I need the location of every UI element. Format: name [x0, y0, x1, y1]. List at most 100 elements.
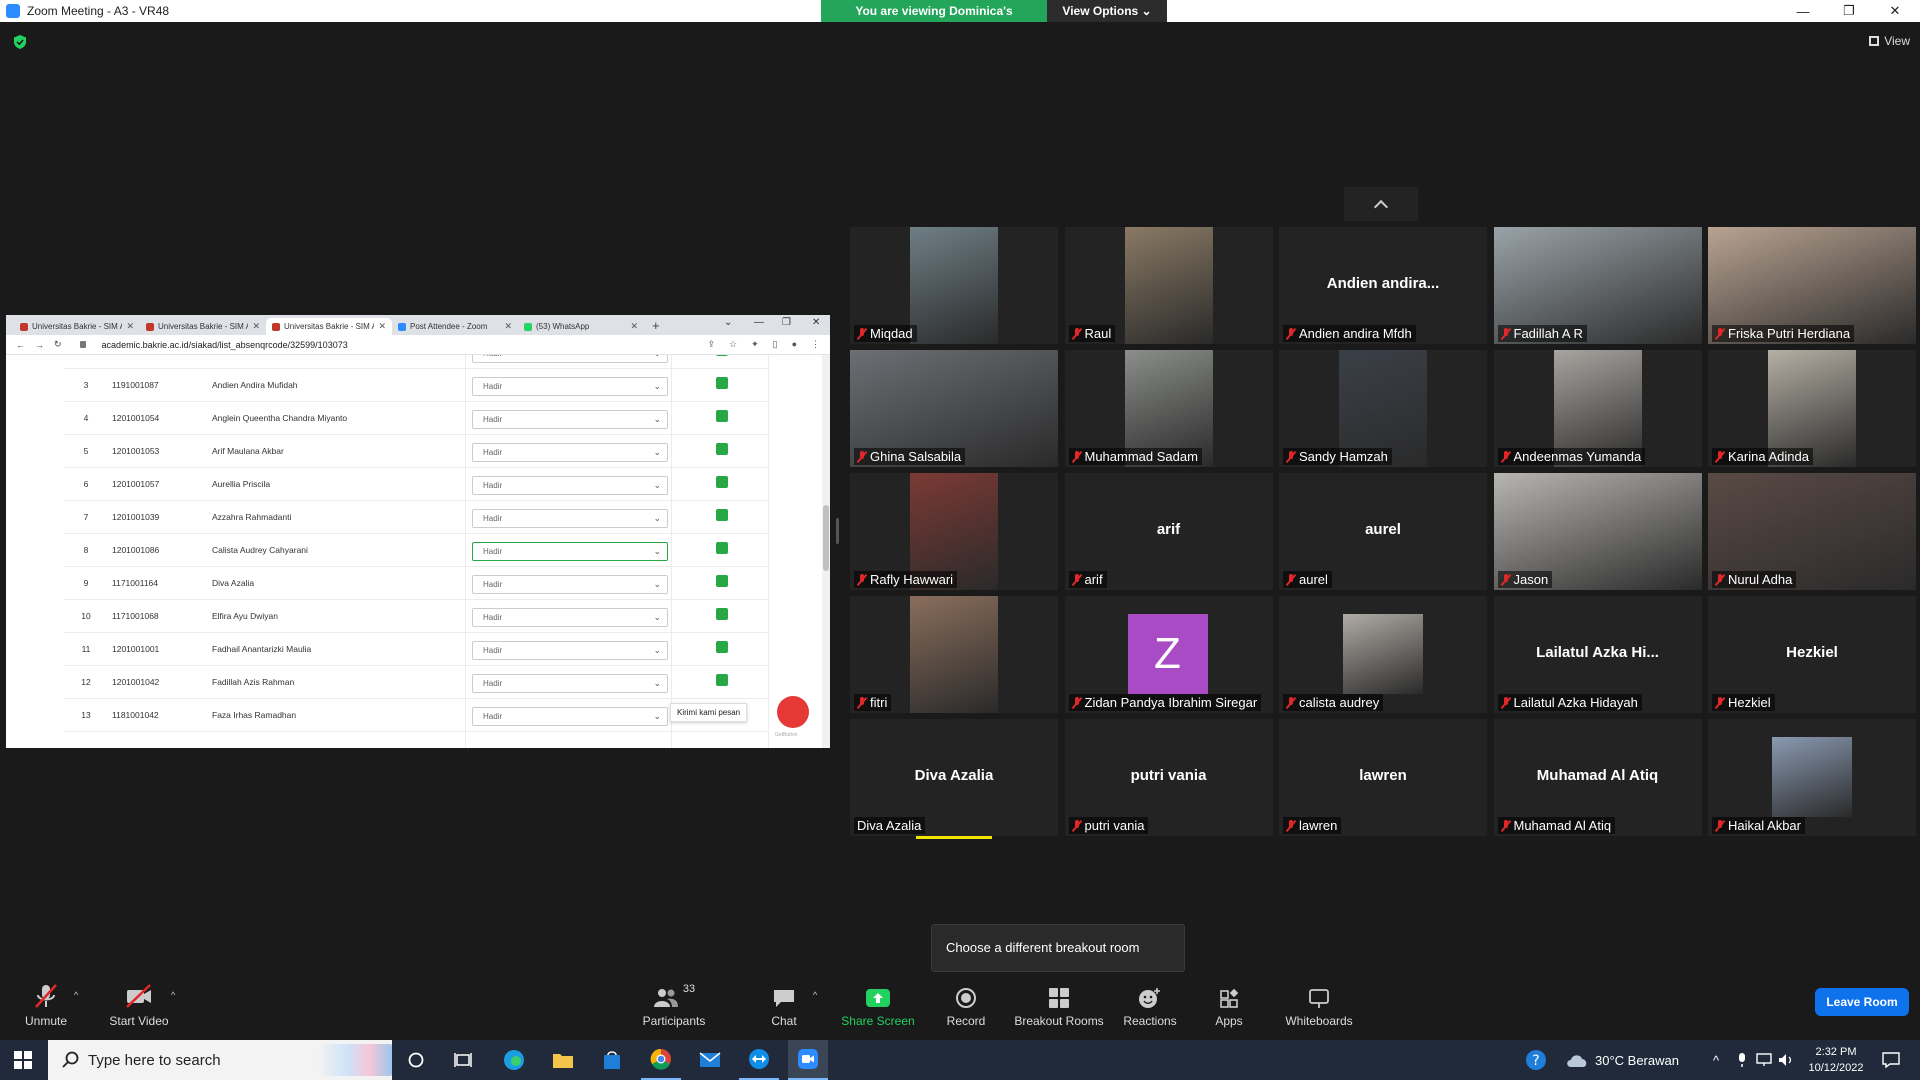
taskbar-search-box[interactable]: Type here to search — [48, 1040, 392, 1080]
reactions-button[interactable]: Reactions — [1122, 977, 1178, 1039]
participant-nameplate: aurel — [1283, 571, 1332, 588]
tray-overflow-icon[interactable]: ^ — [1713, 1040, 1719, 1080]
microphone-muted-icon — [35, 984, 57, 1008]
participant-tile[interactable]: Lailatul Azka Hi... Lailatul Azka Hidayah — [1493, 596, 1702, 713]
close-window-button[interactable]: ✕ — [1872, 0, 1918, 22]
attendance-status-select: Hadir ⌄ — [472, 355, 668, 363]
microphone-muted-icon — [1715, 450, 1725, 463]
start-video-label: Start Video — [109, 1014, 169, 1028]
bookmark-star-icon: ☆ — [728, 339, 738, 349]
chrome-icon[interactable] — [641, 1040, 681, 1080]
zoom-taskbar-icon[interactable] — [788, 1040, 828, 1080]
participant-name: Karina Adinda — [1728, 449, 1809, 464]
microsoft-store-icon[interactable] — [592, 1040, 632, 1080]
participant-tile[interactable]: fitri — [850, 596, 1058, 713]
participant-tile[interactable]: calista audrey — [1279, 596, 1487, 713]
taskbar-clock[interactable]: 2:32 PM 10/12/2022 — [1800, 1044, 1872, 1076]
row-student-name: Fadillah Azis Rahman — [212, 677, 295, 687]
participants-button[interactable]: 33 Participants — [640, 977, 708, 1039]
task-view-icon[interactable] — [443, 1040, 483, 1080]
participant-tile[interactable]: Nurul Adha — [1708, 473, 1916, 590]
participant-tile[interactable]: Raul — [1064, 227, 1273, 344]
search-placeholder: Type here to search — [88, 1051, 221, 1069]
attendance-status-select: Hadir ⌄ — [472, 674, 668, 693]
help-icon[interactable]: ? — [1525, 1040, 1547, 1080]
breakout-room-tooltip[interactable]: Choose a different breakout room — [931, 924, 1185, 972]
file-explorer-icon[interactable] — [543, 1040, 583, 1080]
participant-tile[interactable]: Karina Adinda — [1708, 350, 1916, 467]
participant-tile[interactable]: Hezkiel Hezkiel — [1708, 596, 1916, 713]
security-shield-icon[interactable] — [12, 34, 28, 50]
teamviewer-icon[interactable] — [739, 1040, 779, 1080]
microphone-muted-icon — [1715, 327, 1725, 340]
network-icon[interactable] — [1756, 1040, 1772, 1080]
view-options-button[interactable]: View Options ⌄ — [1047, 0, 1167, 22]
start-video-button[interactable]: Start Video — [104, 977, 174, 1039]
breakout-rooms-button[interactable]: Breakout Rooms — [1014, 977, 1104, 1039]
participant-tile[interactable]: Andeenmas Yumanda — [1493, 350, 1702, 467]
view-button[interactable]: View — [1869, 34, 1910, 48]
save-row-icon — [716, 355, 728, 356]
participant-tile[interactable]: Sandy Hamzah — [1279, 350, 1487, 467]
participant-tile[interactable]: Andien andira... Andien andira Mfdh — [1279, 227, 1487, 344]
microphone-tray-icon[interactable] — [1737, 1040, 1747, 1080]
apps-button[interactable]: Apps — [1212, 977, 1246, 1039]
chat-options-caret-icon[interactable]: ^ — [813, 990, 817, 1000]
participant-video — [1772, 737, 1852, 817]
unmute-button[interactable]: Unmute — [18, 977, 74, 1039]
participant-tile[interactable]: Z Zidan Pandya Ibrahim Siregar — [1064, 596, 1273, 713]
video-options-caret-icon[interactable]: ^ — [171, 990, 175, 1000]
participant-tile[interactable]: Rafly Hawwari — [850, 473, 1058, 590]
row-number: 13 — [81, 710, 91, 720]
tab-close-icon: ✕ — [630, 321, 638, 331]
participant-tile[interactable]: Jason — [1493, 473, 1702, 590]
extensions-icon: ✦ — [751, 339, 759, 349]
grid-view-icon — [1869, 36, 1880, 46]
forward-arrow-icon: → — [35, 339, 44, 350]
participant-name: Rafly Hawwari — [870, 572, 954, 587]
tab-label: Post Attendee - Zoom — [410, 322, 488, 331]
edge-browser-icon[interactable] — [494, 1040, 534, 1080]
row-number: 7 — [83, 512, 89, 522]
leave-room-button[interactable]: Leave Room — [1815, 988, 1909, 1016]
search-highlight-art — [318, 1044, 392, 1076]
participant-tile[interactable]: Muhamad Al Atiq Muhamad Al Atiq — [1493, 719, 1702, 836]
participant-tile[interactable]: Haikal Akbar — [1708, 719, 1916, 836]
whiteboards-button[interactable]: Whiteboards — [1282, 977, 1356, 1039]
audio-options-caret-icon[interactable]: ^ — [74, 990, 78, 1000]
side-panel-icon: ▯ — [772, 339, 778, 349]
participant-name: Hezkiel — [1728, 695, 1771, 710]
participant-tile[interactable]: Ghina Salsabila — [850, 350, 1058, 467]
participant-tile[interactable]: putri vania putri vania — [1064, 719, 1273, 836]
chat-button[interactable]: Chat — [762, 977, 806, 1039]
cortana-icon[interactable] — [396, 1040, 436, 1080]
volume-icon[interactable] — [1778, 1040, 1794, 1080]
participant-name: lawren — [1299, 818, 1338, 833]
minimize-button[interactable]: — — [1780, 0, 1826, 22]
participant-tile[interactable]: Friska Putri Herdiana — [1708, 227, 1916, 344]
split-divider-handle[interactable] — [836, 518, 839, 544]
participant-nameplate: Miqdad — [854, 325, 917, 342]
share-screen-button[interactable]: Share Screen — [838, 977, 918, 1039]
record-button[interactable]: Record — [944, 977, 988, 1039]
windows-start-icon[interactable] — [0, 1040, 46, 1080]
participant-tile[interactable]: arif arif — [1064, 473, 1273, 590]
weather-widget[interactable]: 30°C Berawan — [1565, 1040, 1679, 1080]
participant-tile[interactable]: lawren lawren — [1279, 719, 1487, 836]
participant-tile[interactable]: Muhammad Sadam — [1064, 350, 1273, 467]
participant-tile[interactable]: Miqdad — [850, 227, 1058, 344]
participant-tile[interactable]: aurel aurel — [1279, 473, 1487, 590]
maximize-button[interactable]: ❐ — [1826, 0, 1872, 22]
participant-tile[interactable]: Diva Azalia Diva Azalia — [850, 719, 1058, 836]
notifications-icon[interactable] — [1882, 1040, 1900, 1080]
gallery-page-up-button[interactable] — [1344, 187, 1418, 221]
participant-name: fitri — [870, 695, 888, 710]
row-number: 3 — [83, 380, 89, 390]
microphone-muted-icon — [1286, 819, 1296, 832]
participant-tile[interactable]: Fadillah A R — [1493, 227, 1702, 344]
row-nim: 1201001086 — [112, 545, 160, 555]
record-label: Record — [946, 1014, 986, 1028]
mail-icon[interactable] — [690, 1040, 730, 1080]
participant-name: putri vania — [1084, 818, 1145, 833]
participant-nameplate: Nurul Adha — [1712, 571, 1797, 588]
